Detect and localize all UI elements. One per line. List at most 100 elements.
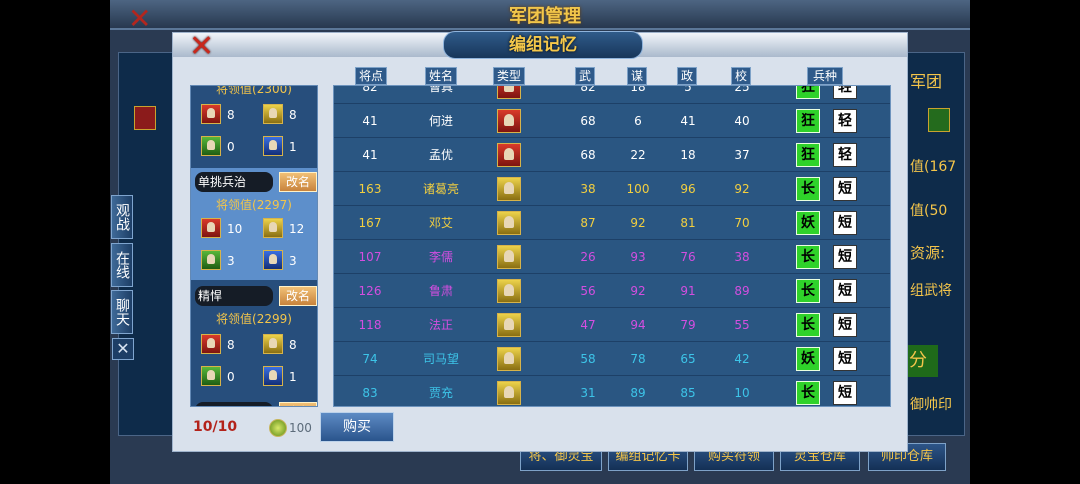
table-row[interactable]: 118 法正 47 94 79 55 长短 — [334, 308, 890, 342]
legion-close-icon[interactable]: ✕ — [128, 2, 151, 35]
general-portrait-icon — [497, 313, 521, 337]
troop-trait-badge: 狂 — [796, 143, 820, 167]
general-yellow-icon — [263, 334, 283, 354]
dialog-close-icon[interactable]: ✕ — [189, 29, 214, 64]
group-leader-value: 将领值(2299) — [216, 312, 292, 326]
group-name-row: 精悍 改名 — [195, 286, 317, 306]
general-name: 曹真 — [428, 85, 453, 94]
table-row[interactable]: 107 李儒 26 93 76 38 长短 — [334, 240, 890, 274]
table-row[interactable]: 126 鲁肃 56 92 91 89 长短 — [334, 274, 890, 308]
side-close-icon[interactable]: ✕ — [112, 338, 134, 360]
table-row[interactable]: 163 诸葛亮 38 100 96 92 长短 — [334, 172, 890, 206]
general-blue-icon — [263, 250, 283, 270]
tab-online[interactable]: 在线 — [111, 243, 133, 287]
general-mou: 89 — [630, 386, 646, 400]
troop-class-badge: 短 — [833, 279, 857, 303]
table-row[interactable]: 82 曹真 82 18 5 25 狂轻 — [334, 85, 890, 104]
group-list[interactable]: 将领值(2300) 8 8 0 1 单挑兵治 改名 将领值(2297) 10 1… — [190, 85, 318, 407]
troop-class-badge: 轻 — [833, 143, 857, 167]
legion-group-general[interactable]: 组武将 — [910, 280, 952, 300]
rename-button[interactable]: 改名 — [279, 286, 317, 306]
troop-class-badge: 短 — [833, 347, 857, 371]
slot-count: 10/10 — [193, 419, 238, 435]
legion-seal[interactable]: 御帅印 — [910, 394, 952, 414]
table-row[interactable]: 83 贾充 31 89 85 10 长短 — [334, 376, 890, 406]
group-item-selected[interactable]: 单挑兵治 改名 将领值(2297) 10 12 3 3 — [191, 168, 317, 280]
troop-class-badge: 短 — [833, 245, 857, 269]
general-table[interactable]: 82 曹真 82 18 5 25 狂轻 41 何进 68 6 41 40 狂轻 41 孟优 68 22 18 37 狂轻… — [333, 85, 891, 407]
general-wu: 47 — [580, 318, 596, 332]
header-wu[interactable]: 武 — [575, 67, 595, 85]
general-xiao: 40 — [734, 114, 750, 128]
general-mou: 18 — [630, 85, 646, 94]
general-name: 何进 — [428, 114, 453, 128]
general-wu: 68 — [580, 114, 596, 128]
general-name: 法正 — [428, 318, 453, 332]
rename-button[interactable]: 改名 — [279, 172, 317, 192]
general-portrait-icon — [497, 143, 521, 167]
general-points: 126 — [358, 284, 382, 298]
general-mou: 78 — [630, 352, 646, 366]
header-points[interactable]: 将点 — [355, 67, 387, 85]
general-zheng: 5 — [684, 85, 692, 94]
general-points: 83 — [362, 386, 378, 400]
legion-resource: 资源: — [910, 244, 946, 262]
header-type[interactable]: 类型 — [493, 67, 525, 85]
general-portrait-icon — [497, 381, 521, 405]
game-screen: 军团管理 ✕ 军团 值(167 值(50 资源: 组武将 分 御帅印 将、御灵宝… — [0, 0, 1080, 484]
group-name-row: 单挑兵治 改名 — [195, 172, 317, 192]
general-portrait-icon — [497, 245, 521, 269]
group-name-field[interactable]: 精悍 — [195, 286, 273, 306]
count-green: 0 — [227, 140, 235, 154]
header-xiao[interactable]: 校 — [731, 67, 751, 85]
table-row[interactable]: 41 孟优 68 22 18 37 狂轻 — [334, 138, 890, 172]
general-red-icon — [201, 104, 221, 124]
general-name: 邓艾 — [428, 216, 453, 230]
tab-spectate[interactable]: 观战 — [111, 195, 133, 239]
general-portrait-icon — [497, 86, 521, 99]
count-yellow: 8 — [289, 108, 297, 122]
general-name: 鲁肃 — [428, 284, 453, 298]
general-table-header: 将点 姓名 类型 武 谋 政 校 兵种 — [333, 67, 893, 87]
coin-amount: 100 — [289, 421, 312, 435]
general-mou: 22 — [630, 148, 646, 162]
troop-class-badge: 轻 — [833, 86, 857, 99]
general-green-icon — [201, 250, 221, 270]
general-portrait-icon — [497, 347, 521, 371]
troop-class-badge: 轻 — [833, 109, 857, 133]
group-item[interactable]: 改名 — [191, 400, 317, 406]
table-row[interactable]: 74 司马望 58 78 65 42 妖短 — [334, 342, 890, 376]
rename-button[interactable]: 改名 — [279, 402, 317, 406]
count-red: 10 — [227, 222, 243, 236]
general-points: 163 — [358, 182, 382, 196]
group-item[interactable]: 精悍 改名 将领值(2299) 8 8 0 1 — [191, 286, 317, 398]
table-row[interactable]: 167 邓艾 87 92 81 70 妖短 — [334, 206, 890, 240]
group-name-field[interactable]: 单挑兵治 — [195, 172, 273, 192]
header-zheng[interactable]: 政 — [677, 67, 697, 85]
tab-chat[interactable]: 聊天 — [111, 290, 133, 334]
general-wu: 68 — [580, 148, 596, 162]
general-name: 贾充 — [428, 386, 453, 400]
troop-class-badge: 短 — [833, 211, 857, 235]
header-troop-type[interactable]: 兵种 — [807, 67, 843, 85]
table-row[interactable]: 41 何进 68 6 41 40 狂轻 — [334, 104, 890, 138]
buy-button[interactable]: 购买 — [320, 412, 394, 442]
general-mou: 94 — [630, 318, 646, 332]
general-red-icon — [201, 218, 221, 238]
troop-trait-badge: 长 — [796, 245, 820, 269]
group-item[interactable]: 将领值(2300) 8 8 0 1 — [191, 86, 317, 168]
group-name-row: 改名 — [195, 402, 317, 406]
general-yellow-icon — [263, 218, 283, 238]
header-name[interactable]: 姓名 — [425, 67, 457, 85]
legion-label: 军团 — [910, 72, 943, 91]
troop-trait-badge: 长 — [796, 177, 820, 201]
troop-class-badge: 短 — [833, 313, 857, 337]
group-name-field[interactable] — [195, 402, 273, 406]
general-points: 107 — [358, 250, 382, 264]
general-mou: 92 — [630, 284, 646, 298]
general-name: 李儒 — [428, 250, 453, 264]
general-zheng: 85 — [680, 386, 696, 400]
general-xiao: 38 — [734, 250, 750, 264]
count-yellow: 8 — [289, 338, 297, 352]
header-mou[interactable]: 谋 — [627, 67, 647, 85]
